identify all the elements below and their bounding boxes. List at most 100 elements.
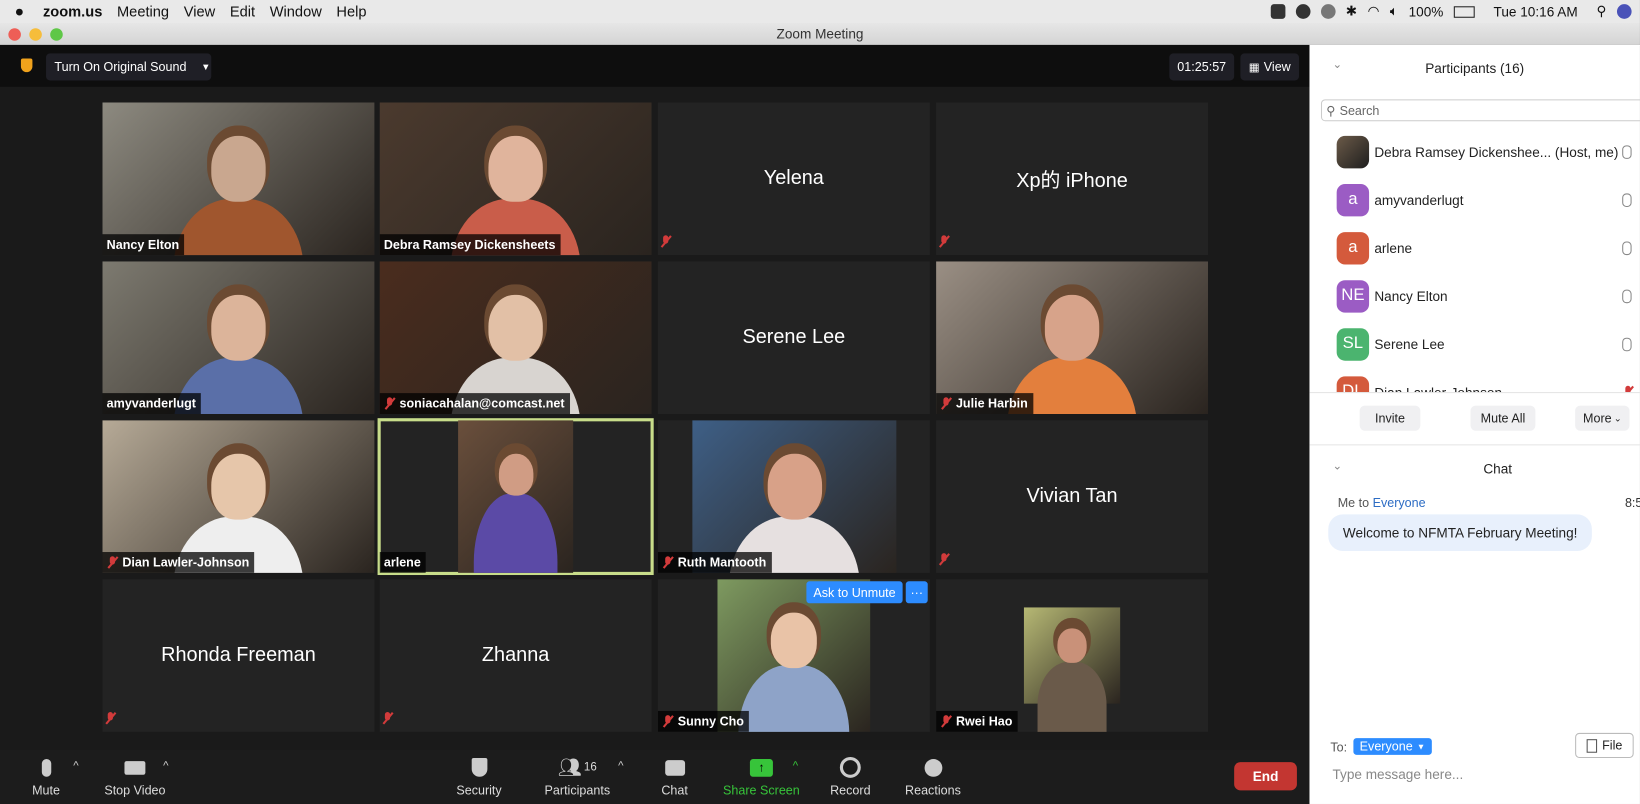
- security-shield-icon[interactable]: [20, 58, 33, 73]
- microphone-icon[interactable]: [1622, 240, 1632, 255]
- original-sound-button[interactable]: Turn On Original Sound ▼: [46, 53, 212, 81]
- view-label: View: [1263, 59, 1291, 75]
- zoom-status-icon[interactable]: [1270, 4, 1286, 19]
- participant-list-item[interactable]: Debra Ramsey Dickenshee... (Host, me): [1336, 133, 1640, 171]
- participant-name: Rwei Hao: [955, 714, 1013, 729]
- microphone-icon[interactable]: [1622, 337, 1632, 351]
- participant-tile[interactable]: Nancy Elton: [102, 102, 375, 256]
- muted-mic-icon: [662, 715, 674, 728]
- participant-name: amyvanderlugt: [106, 396, 196, 411]
- participant-name: Julie Harbin: [955, 396, 1028, 411]
- participant-tile[interactable]: Vivian Tan: [936, 420, 1209, 573]
- status-icon[interactable]: [1295, 4, 1311, 19]
- chat-message-bubble: Welcome to NFMTA February Meeting!: [1328, 514, 1593, 551]
- participant-video: [692, 420, 897, 573]
- menu-edit[interactable]: Edit: [230, 3, 255, 20]
- microphone-icon[interactable]: [1622, 144, 1632, 159]
- participant-list: Debra Ramsey Dickenshee... (Host, me) a am…: [1309, 133, 1640, 393]
- participant-tile[interactable]: soniacahalan@comcast.net: [379, 261, 652, 415]
- chat-button[interactable]: Chat: [657, 756, 693, 798]
- participant-list-name: Nancy Elton: [1374, 288, 1448, 304]
- microphone-icon[interactable]: [1622, 192, 1632, 207]
- search-icon: ⚲: [1326, 102, 1336, 118]
- participant-tile[interactable]: Debra Ramsey Dickensheets: [379, 102, 652, 256]
- participant-name: Yelena: [763, 167, 824, 190]
- to-label: To:: [1330, 740, 1348, 755]
- participants-button[interactable]: 👥︎ 16 Participants: [540, 756, 615, 797]
- participant-face: [211, 453, 266, 520]
- menu-view[interactable]: View: [184, 3, 215, 20]
- menu-help[interactable]: Help: [336, 3, 366, 20]
- clock[interactable]: Tue 10:16 AM: [1494, 4, 1578, 20]
- minimize-window-button[interactable]: [29, 28, 42, 41]
- participant-tile[interactable]: arlene: [377, 418, 654, 576]
- spotlight-icon[interactable]: ⚲: [1597, 3, 1607, 20]
- participant-name: Serene Lee: [742, 326, 846, 349]
- wifi-icon[interactable]: ◠: [1368, 3, 1380, 20]
- participant-tile[interactable]: Julie Harbin: [936, 261, 1209, 415]
- chevron-down-icon[interactable]: ▼: [201, 62, 210, 72]
- microphone-icon: [41, 758, 51, 777]
- avatar: a: [1336, 231, 1370, 264]
- participant-tile[interactable]: Yelena: [657, 102, 930, 256]
- status-icon[interactable]: [1320, 4, 1336, 19]
- participant-tile[interactable]: Xp的 iPhone: [936, 102, 1209, 256]
- participant-tile[interactable]: Rwei Hao: [936, 579, 1209, 732]
- recipient-dropdown[interactable]: Everyone ▼: [1353, 738, 1432, 755]
- avatar: SL: [1336, 327, 1370, 361]
- menu-app[interactable]: zoom.us: [43, 3, 102, 20]
- participant-tile[interactable]: Dian Lawler-Johnson: [102, 420, 375, 573]
- stop-video-button[interactable]: Stop Video: [100, 756, 169, 798]
- reactions-button[interactable]: Reactions: [902, 756, 965, 798]
- audio-options-caret[interactable]: ^: [73, 760, 78, 773]
- participant-face: [770, 612, 817, 668]
- more-button[interactable]: More ⌄: [1575, 405, 1630, 431]
- menu-meeting[interactable]: Meeting: [117, 3, 169, 20]
- participant-list-item[interactable]: NE Nancy Elton: [1336, 277, 1640, 315]
- volume-icon[interactable]: 🔈︎: [1390, 3, 1398, 20]
- tile-more-button[interactable]: ···: [905, 581, 928, 604]
- file-button[interactable]: File: [1575, 732, 1634, 758]
- participants-options-caret[interactable]: ^: [618, 760, 623, 773]
- end-meeting-button[interactable]: End: [1234, 762, 1297, 791]
- invite-button[interactable]: Invite: [1359, 405, 1421, 431]
- more-label: More: [1583, 410, 1612, 426]
- chat-message-input[interactable]: Type message here...: [1332, 766, 1463, 782]
- siri-icon[interactable]: [1616, 4, 1632, 19]
- close-window-button[interactable]: [8, 28, 21, 41]
- participant-list-item[interactable]: a arlene: [1336, 229, 1640, 267]
- participant-list-item[interactable]: a amyvanderlugt: [1336, 181, 1640, 219]
- participant-tile[interactable]: Serene Lee: [657, 261, 930, 415]
- record-button[interactable]: Record: [826, 756, 874, 798]
- participant-search-input[interactable]: ⚲ Search: [1320, 99, 1640, 122]
- share-screen-label: Share Screen: [723, 783, 800, 798]
- menu-window[interactable]: Window: [270, 3, 322, 20]
- bluetooth-icon[interactable]: ✱: [1346, 3, 1357, 20]
- mute-all-button[interactable]: Mute All: [1470, 405, 1536, 431]
- share-screen-button[interactable]: ↑ Share Screen: [722, 756, 801, 798]
- message-recipient[interactable]: Everyone: [1373, 496, 1426, 511]
- muted-indicator: [660, 234, 672, 253]
- participant-face: [1044, 294, 1100, 361]
- maximize-window-button[interactable]: [50, 28, 63, 41]
- participant-video: [379, 102, 652, 256]
- security-button[interactable]: Security: [452, 756, 506, 798]
- participant-face: [211, 136, 266, 202]
- participant-name-label: Debra Ramsey Dickensheets: [379, 234, 561, 256]
- mute-button[interactable]: Mute: [25, 756, 67, 798]
- battery-icon[interactable]: [1453, 5, 1475, 18]
- participant-tile[interactable]: Rhonda Freeman: [102, 579, 375, 732]
- share-options-caret[interactable]: ^: [793, 760, 798, 773]
- video-options-caret[interactable]: ^: [163, 760, 168, 773]
- participant-name: Zhanna: [481, 644, 550, 666]
- participant-tile[interactable]: Zhanna: [379, 579, 652, 732]
- view-button[interactable]: ▦ View: [1240, 53, 1300, 81]
- participant-list-item[interactable]: DL Dian Lawler-Johnson: [1336, 373, 1640, 393]
- avatar: a: [1336, 183, 1370, 216]
- ask-to-unmute-button[interactable]: Ask to Unmute: [806, 581, 903, 604]
- apple-icon[interactable]: ●: [15, 3, 24, 21]
- participant-tile[interactable]: amyvanderlugt: [102, 261, 375, 415]
- participant-list-item[interactable]: SL Serene Lee: [1336, 325, 1640, 363]
- participant-tile[interactable]: Ruth Mantooth: [657, 420, 930, 573]
- microphone-icon[interactable]: [1622, 289, 1632, 303]
